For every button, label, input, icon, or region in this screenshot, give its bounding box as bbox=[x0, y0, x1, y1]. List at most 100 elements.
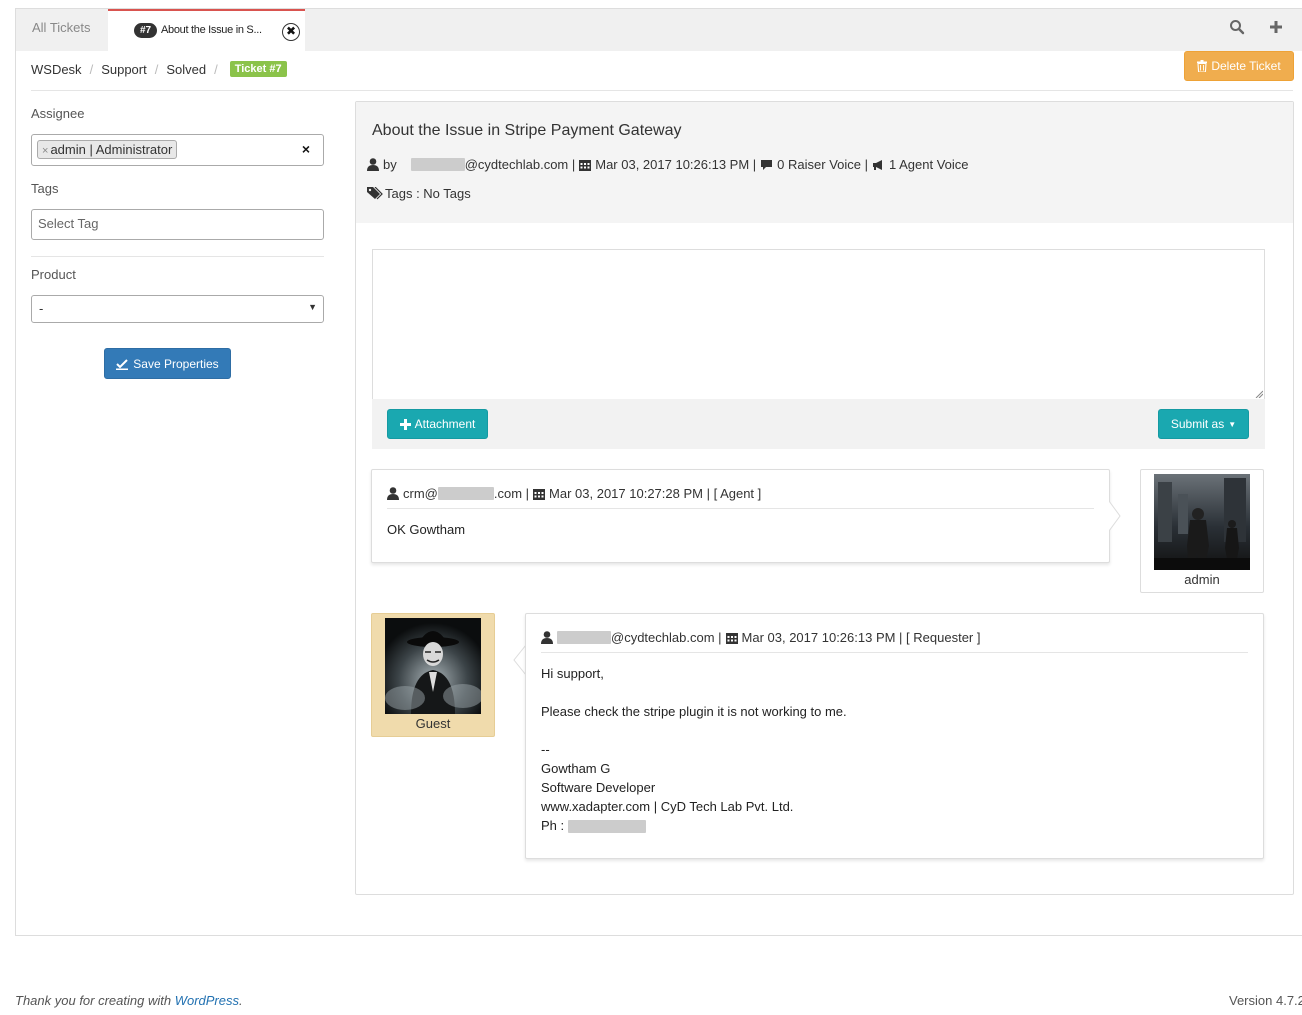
user-icon bbox=[541, 631, 553, 644]
remove-chip-icon[interactable]: × bbox=[42, 145, 48, 157]
submit-as-button[interactable]: Submit as ▼ bbox=[1158, 409, 1249, 439]
message-line bbox=[541, 683, 847, 702]
agent-voice: 1 Agent Voice bbox=[888, 157, 969, 172]
save-properties-button[interactable]: Save Properties bbox=[104, 348, 231, 379]
ticket-number-badge: #7 bbox=[134, 23, 158, 38]
requester-message: @cydtechlab.com | Mar 03, 2017 10:26:13 … bbox=[525, 613, 1264, 859]
guest-avatar-card: Guest bbox=[371, 613, 495, 737]
ticket-meta: by @cydtechlab.com | Mar 03, 2017 10:26:… bbox=[367, 157, 969, 172]
assignee-chip: × admin | Administrator bbox=[37, 140, 178, 159]
resize-handle-icon[interactable] bbox=[1255, 390, 1263, 398]
message-meta: @cydtechlab.com | Mar 03, 2017 10:26:13 … bbox=[541, 630, 980, 645]
attachment-button[interactable]: Attachment bbox=[387, 409, 488, 439]
breadcrumb-separator: / bbox=[154, 61, 159, 77]
breadcrumb-separator: / bbox=[214, 61, 218, 77]
tags-text: Tags : No Tags bbox=[385, 186, 471, 201]
search-icon[interactable] bbox=[1229, 19, 1247, 37]
redacted-phone bbox=[567, 820, 646, 834]
calendar-icon bbox=[533, 488, 546, 500]
message-line: -- bbox=[541, 742, 550, 757]
tags-input[interactable]: Select Tag bbox=[31, 209, 324, 240]
redacted-email bbox=[557, 631, 611, 644]
message-line: Gowtham G bbox=[541, 761, 611, 776]
breadcrumb-wsdesk[interactable]: WSDesk bbox=[31, 62, 82, 77]
breadcrumb: WSDesk / Support / Solved / Ticket #7 bbox=[31, 61, 287, 77]
message-meta: crm@ .com | Mar 03, 2017 10:27:28 PM | [… bbox=[387, 486, 761, 501]
admin-avatar-card: admin bbox=[1140, 469, 1264, 593]
breadcrumb-support[interactable]: Support bbox=[101, 62, 147, 77]
breadcrumb-solved[interactable]: Solved bbox=[166, 62, 206, 77]
attachment-label: Attachment bbox=[414, 417, 476, 431]
divider bbox=[387, 508, 1094, 509]
comment-icon bbox=[761, 159, 773, 170]
agent-message: crm@ .com | Mar 03, 2017 10:27:28 PM | [… bbox=[371, 469, 1110, 563]
tab-all-tickets[interactable]: All Tickets bbox=[32, 20, 91, 35]
footer-text: Thank you for creating with bbox=[15, 993, 172, 1008]
tags-label: Tags bbox=[31, 181, 59, 196]
plus-icon[interactable] bbox=[1268, 19, 1286, 37]
ticket-email: @cydtechlab.com | bbox=[464, 157, 576, 172]
footer-version: Version 4.7.2 bbox=[1229, 993, 1302, 1008]
product-label: Product bbox=[31, 267, 76, 282]
ticket-date: Mar 03, 2017 10:26:13 PM | bbox=[595, 157, 757, 172]
message-line: OK Gowtham bbox=[387, 522, 466, 537]
message-email-prefix: crm@ bbox=[403, 486, 438, 501]
message-line: Hi support, bbox=[541, 666, 604, 681]
dropdown-arrow-icon: ▼ bbox=[308, 302, 317, 312]
tags-icon bbox=[367, 187, 383, 200]
message-email-suffix: @cydtechlab.com | bbox=[611, 630, 722, 645]
assignee-chip-label: admin | Administrator bbox=[50, 142, 173, 157]
bullhorn-icon bbox=[872, 159, 882, 170]
wordpress-link[interactable]: WordPress bbox=[175, 993, 239, 1008]
raiser-voice: 0 Raiser Voice | bbox=[777, 157, 868, 172]
message-line: www.xadapter.com | CyD Tech Lab Pvt. Ltd… bbox=[541, 799, 794, 814]
message-email-suffix: .com | bbox=[493, 486, 530, 501]
reply-toolbar: Attachment Submit as ▼ bbox=[372, 399, 1265, 449]
product-select[interactable]: - ▼ bbox=[31, 295, 324, 323]
redacted-email bbox=[410, 158, 465, 171]
ticket-panel: All Tickets #7 About the Issue in S... ✖… bbox=[15, 8, 1302, 936]
footer-period: . bbox=[239, 993, 243, 1008]
redacted-email bbox=[437, 487, 494, 500]
speech-arrow-icon bbox=[1109, 501, 1121, 531]
tags-placeholder: Select Tag bbox=[38, 216, 99, 231]
ticket-tags: Tags : No Tags bbox=[367, 186, 471, 201]
message-date: Mar 03, 2017 10:26:13 PM | [ Requester ] bbox=[741, 630, 981, 645]
divider bbox=[31, 256, 324, 257]
ticket-by: by bbox=[383, 157, 397, 172]
user-icon bbox=[387, 487, 399, 500]
ticket-badge: Ticket #7 bbox=[229, 61, 287, 77]
avatar bbox=[1154, 474, 1250, 570]
message-line: Software Developer bbox=[541, 780, 656, 795]
reply-textarea[interactable] bbox=[372, 249, 1265, 399]
ticket-header: About the Issue in Stripe Payment Gatewa… bbox=[356, 102, 1293, 223]
trash-icon bbox=[1197, 60, 1208, 72]
breadcrumb-separator: / bbox=[89, 61, 94, 77]
message-line bbox=[541, 721, 847, 740]
ticket-title: About the Issue in Stripe Payment Gatewa… bbox=[372, 122, 682, 139]
save-properties-label: Save Properties bbox=[133, 356, 219, 371]
message-line: Please check the stripe plugin it is not… bbox=[541, 704, 847, 719]
assignee-label: Assignee bbox=[31, 106, 85, 121]
avatar bbox=[385, 618, 481, 714]
divider bbox=[541, 652, 1248, 653]
tab-title: About the Issue in S... bbox=[161, 24, 262, 36]
delete-ticket-label: Delete Ticket bbox=[1211, 59, 1281, 73]
submit-as-label: Submit as bbox=[1170, 417, 1225, 431]
message-body: Hi support, Please check the stripe plug… bbox=[541, 664, 847, 835]
phone-line: Ph : bbox=[541, 816, 847, 835]
divider bbox=[31, 90, 1293, 91]
check-icon bbox=[116, 358, 129, 370]
calendar-icon bbox=[579, 159, 592, 171]
message-body: OK Gowtham bbox=[387, 520, 465, 539]
close-icon[interactable]: ✖ bbox=[282, 23, 300, 41]
delete-ticket-button[interactable]: Delete Ticket bbox=[1184, 51, 1294, 81]
assignee-select[interactable]: × admin | Administrator × bbox=[31, 134, 324, 166]
user-icon bbox=[367, 158, 379, 171]
caret-down-icon: ▼ bbox=[1228, 419, 1237, 429]
footer-credit: Thank you for creating with WordPress. bbox=[15, 993, 243, 1008]
plus-icon bbox=[399, 418, 411, 430]
tab-ticket-7[interactable]: #7 About the Issue in S... ✖ bbox=[108, 9, 305, 51]
phone-label: Ph : bbox=[541, 818, 565, 833]
clear-assignee-icon[interactable]: × bbox=[302, 141, 310, 157]
